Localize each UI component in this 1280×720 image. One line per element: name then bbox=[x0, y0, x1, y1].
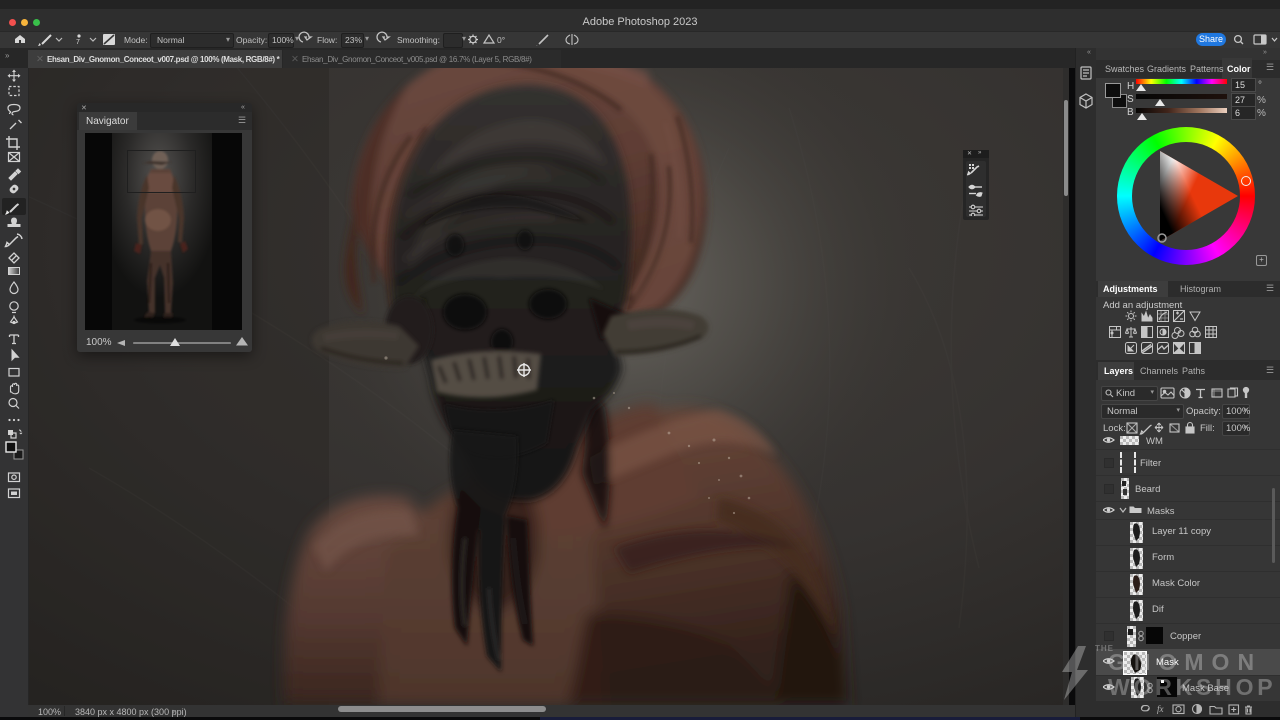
svg-text:GNOMON: GNOMON bbox=[1108, 649, 1262, 675]
svg-text:WORKSHOP: WORKSHOP bbox=[1108, 674, 1276, 700]
svg-text:7: 7 bbox=[76, 39, 80, 46]
